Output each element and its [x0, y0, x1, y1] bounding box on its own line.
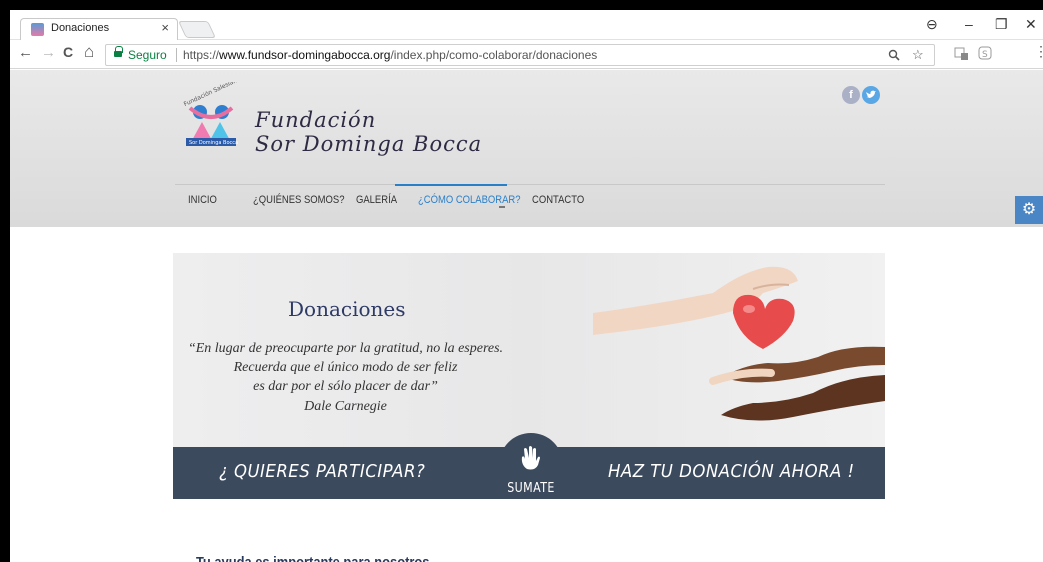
- quote-line-2: Recuerda que el único modo de ser feliz: [233, 360, 458, 375]
- nav-divider: [175, 184, 885, 185]
- donaciones-banner[interactable]: Donaciones “En lugar de preocuparte por …: [173, 253, 885, 499]
- url-domain: www.fundsor-domingabocca.org: [219, 48, 391, 62]
- secure-label: Seguro: [128, 48, 167, 62]
- tab-strip: Donaciones × ⊖ – ❐ ✕: [10, 10, 1043, 40]
- handprint-icon: [521, 446, 540, 470]
- tab-close-icon[interactable]: ×: [161, 20, 169, 35]
- banner-title: Donaciones: [288, 297, 406, 321]
- zoom-icon[interactable]: [888, 49, 900, 64]
- sumate-label[interactable]: SUMATE: [507, 481, 555, 496]
- minimize-button[interactable]: –: [965, 16, 973, 32]
- tab-donaciones[interactable]: Donaciones ×: [20, 18, 178, 40]
- forward-button[interactable]: →: [41, 44, 56, 61]
- url-text[interactable]: https://www.fundsor-domingabocca.org/ind…: [183, 48, 597, 62]
- back-button[interactable]: ←: [18, 44, 33, 61]
- reload-button[interactable]: C: [63, 44, 73, 60]
- url-scheme: https://: [183, 48, 220, 62]
- account-icon[interactable]: ⊖: [926, 16, 938, 33]
- nav-quienes-somos[interactable]: ¿QUIÉNES SOMOS?: [253, 194, 344, 206]
- twitter-icon[interactable]: [862, 86, 880, 104]
- menu-kebab-icon[interactable]: ⋮: [1034, 43, 1043, 60]
- bookmark-star-icon[interactable]: ☆: [912, 47, 924, 63]
- nav-active-indicator: [395, 184, 507, 186]
- settings-gear-icon[interactable]: ⚙: [1015, 196, 1043, 224]
- facebook-icon[interactable]: f: [842, 86, 860, 104]
- browser-window: Donaciones × ⊖ – ❐ ✕ ← → C ⌂ Seguro http…: [10, 10, 1043, 562]
- extension-translate-icon[interactable]: [954, 46, 970, 65]
- svg-text:S: S: [982, 50, 988, 60]
- brand-line-2: Sor Dominga Bocca: [255, 132, 483, 156]
- foundation-logo[interactable]: Fundación Salesiana Sor Dominga Bocca: [180, 82, 242, 148]
- home-button[interactable]: ⌂: [84, 42, 94, 62]
- quote-line-1: “En lugar de preocuparte por la gratitud…: [187, 341, 504, 356]
- nav-inicio[interactable]: INICIO: [188, 194, 217, 206]
- close-window-button[interactable]: ✕: [1025, 16, 1037, 33]
- extension-skype-icon[interactable]: S: [978, 46, 992, 63]
- logo-arc-text: Fundación Salesiana: [183, 82, 242, 108]
- tab-title: Donaciones: [51, 22, 110, 34]
- site-header: Fundación Salesiana Sor Dominga Bocca Fu…: [10, 70, 1043, 227]
- web-page: Fundación Salesiana Sor Dominga Bocca Fu…: [10, 70, 1043, 562]
- dropdown-caret-icon: [499, 206, 505, 208]
- browser-toolbar: ← → C ⌂ Seguro https://www.fundsor-domin…: [10, 41, 1043, 69]
- nav-galeria[interactable]: GALERÍA: [356, 194, 397, 206]
- hands-heart-image: [593, 266, 885, 421]
- url-path: /index.php/como-colaborar/donaciones: [390, 48, 598, 62]
- cta-quieres-participar[interactable]: ¿ QUIERES PARTICIPAR?: [219, 461, 425, 482]
- cta-haz-tu-donacion[interactable]: HAZ TU DONACIÓN AHORA !: [608, 461, 855, 482]
- lock-icon: [114, 46, 123, 59]
- section-subheading: Tu ayuda es importante para nosotros: [196, 554, 429, 562]
- omnibox-divider: [176, 48, 177, 62]
- nav-como-colaborar[interactable]: ¿CÓMO COLABORAR?: [418, 194, 521, 206]
- new-tab-button[interactable]: [178, 21, 216, 38]
- quote-line-3: es dar por el sólo placer de dar”: [253, 379, 438, 394]
- brand-line-1: Fundación: [255, 108, 377, 132]
- logo-label: Sor Dominga Bocca: [189, 140, 238, 146]
- address-bar[interactable]: Seguro https://www.fundsor-domingabocca.…: [105, 44, 935, 66]
- quote-author: Dale Carnegie: [304, 399, 387, 414]
- site-favicon-icon: [31, 23, 44, 36]
- nav-contacto[interactable]: CONTACTO: [532, 194, 584, 206]
- restore-button[interactable]: ❐: [995, 16, 1008, 33]
